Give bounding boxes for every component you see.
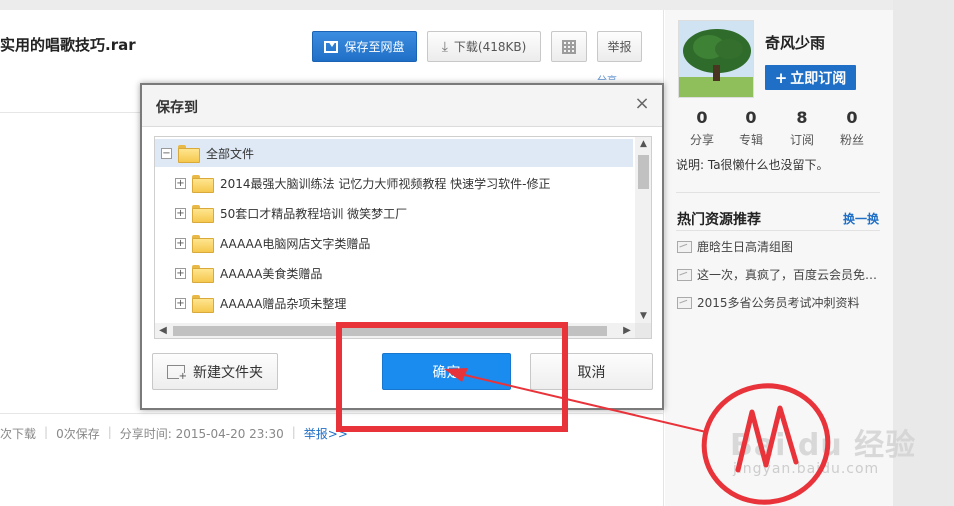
stat-label: 分享 [689, 133, 714, 147]
report-label: 举报 [607, 40, 632, 54]
tree-folder-item[interactable]: + AAAAA电脑网店文字类赠品 [155, 229, 370, 257]
file-stats-row: 次下载 | 0次保存 | 分享时间: 2015-04-20 23:30 | 举报… [0, 425, 356, 442]
folder-icon [192, 265, 214, 283]
new-folder-label: 新建文件夹 [193, 364, 263, 381]
dialog-header: 保存到 × [142, 85, 662, 127]
stat-shares[interactable]: 0 分享 [682, 108, 722, 148]
new-folder-button[interactable]: + 新建文件夹 [152, 353, 278, 390]
tree-item-label: 全部文件 [206, 146, 255, 161]
stat-fans[interactable]: 0 粉丝 [832, 108, 872, 148]
share-time: 分享时间: 2015-04-20 23:30 [119, 427, 284, 441]
stat-albums[interactable]: 0 专辑 [731, 108, 771, 148]
scroll-up-icon[interactable]: ▲ [635, 137, 651, 151]
folder-tree: − 全部文件 + 2014最强大脑训练法 记忆力大师视频教程 快速学习软件-修正… [154, 136, 652, 339]
file-title: 实用的唱歌技巧.rar [0, 36, 136, 54]
hot-item-label: 鹿晗生日高清组图 [697, 240, 794, 254]
hot-item-label: 2015多省公务员考试冲刺资料 [697, 296, 860, 310]
expand-icon[interactable]: + [175, 207, 186, 219]
share-link[interactable]: 分享 [597, 72, 617, 80]
folder-icon [178, 145, 200, 163]
tree-item-label: AAAAA赠品杂项未整理 [220, 296, 347, 311]
report-button[interactable]: 举报 [597, 31, 642, 62]
stat-value: 0 [745, 108, 757, 127]
save-to-netdisk-button[interactable]: 保存至网盘 [312, 31, 417, 62]
divider: | [107, 425, 112, 439]
tree-root-item[interactable]: − 全部文件 [155, 139, 633, 167]
scrollbar-corner [635, 323, 651, 338]
stat-value: 8 [796, 108, 808, 127]
tree-folder-item[interactable]: + 2014最强大脑训练法 记忆力大师视频教程 快速学习软件-修正 [155, 169, 551, 197]
tree-item-label: 2014最强大脑训练法 记忆力大师视频教程 快速学习软件-修正 [220, 176, 551, 191]
user-description: 说明: Ta很懒什么也没留下。 [676, 158, 829, 172]
watermark-url: jingyan.baidu.com [733, 461, 880, 477]
stat-label: 粉丝 [839, 133, 864, 147]
tree-folder-item[interactable]: + AAAAA赠品杂项未整理 [155, 289, 346, 317]
stat-label: 订阅 [789, 133, 814, 147]
hot-item[interactable]: 这一次，真疯了，百度云会员免… [677, 266, 877, 283]
tree-item-label: 50套口才精品教程培训 微笑梦工厂 [220, 206, 408, 221]
save-to-netdisk-label: 保存至网盘 [344, 40, 405, 54]
folder-icon [192, 175, 214, 193]
tree-item-label: AAAAA电脑网店文字类赠品 [220, 236, 371, 251]
hot-resources-title: 热门资源推荐 [677, 212, 761, 228]
user-name[interactable]: 奇风少雨 [765, 32, 825, 53]
divider: | [291, 425, 296, 439]
scroll-thumb[interactable] [638, 155, 649, 189]
watermark-logo: Bai du 经验 [730, 428, 917, 463]
divider [676, 192, 880, 193]
divider [676, 230, 880, 231]
stat-subscriptions[interactable]: 8 订阅 [782, 108, 822, 148]
save-icon [324, 40, 339, 53]
stat-value: 0 [696, 108, 708, 127]
qr-code-button[interactable] [551, 31, 587, 62]
folder-icon [192, 205, 214, 223]
qr-code-icon [562, 39, 576, 54]
subscribe-label: 立即订阅 [790, 70, 847, 87]
expand-icon[interactable]: + [175, 177, 186, 189]
download-button[interactable]: ⤓ 下载(418KB) [427, 31, 541, 62]
expand-icon[interactable]: + [175, 297, 186, 309]
stat-label: 专辑 [738, 133, 763, 147]
new-folder-icon: + [167, 364, 187, 381]
tree-folder-item[interactable]: + 50套口才精品教程培训 微笑梦工厂 [155, 199, 407, 227]
stat-value: 0 [846, 108, 858, 127]
dialog-title: 保存到 [156, 100, 198, 116]
download-count: 次下载 [0, 427, 37, 441]
tree-avatar-image [679, 21, 753, 97]
tree-item-label: AAAAA美食类赠品 [220, 266, 323, 281]
tree-folder-item[interactable]: + AAAAA美食类赠品 [155, 259, 322, 287]
image-file-icon [677, 296, 692, 309]
scroll-left-icon[interactable]: ◀ [155, 323, 171, 338]
hot-item-label: 这一次，真疯了，百度云会员免… [697, 268, 878, 282]
download-label: 下载(418KB) [453, 40, 527, 54]
divider: | [44, 425, 49, 439]
folder-icon [192, 295, 214, 313]
close-icon[interactable]: × [632, 94, 652, 114]
download-icon: ⤓ [441, 38, 448, 55]
image-file-icon [677, 240, 692, 253]
avatar[interactable] [678, 20, 754, 98]
expand-icon[interactable]: + [175, 237, 186, 249]
subscribe-button[interactable]: + 立即订阅 [765, 65, 856, 90]
expand-icon[interactable]: + [175, 267, 186, 279]
scroll-down-icon[interactable]: ▼ [635, 309, 651, 323]
hot-item[interactable]: 鹿晗生日高清组图 [677, 238, 793, 255]
annotation-highlight-box [336, 322, 568, 432]
vertical-scrollbar[interactable]: ▲ ▼ [635, 137, 651, 323]
save-count: 0次保存 [56, 427, 100, 441]
plus-icon: + [774, 68, 788, 87]
collapse-icon[interactable]: − [161, 147, 172, 159]
image-file-icon [677, 268, 692, 281]
folder-icon [192, 235, 214, 253]
refresh-link[interactable]: 换一换 [843, 210, 879, 227]
hot-item[interactable]: 2015多省公务员考试冲刺资料 [677, 294, 860, 311]
scroll-right-icon[interactable]: ▶ [619, 323, 635, 338]
